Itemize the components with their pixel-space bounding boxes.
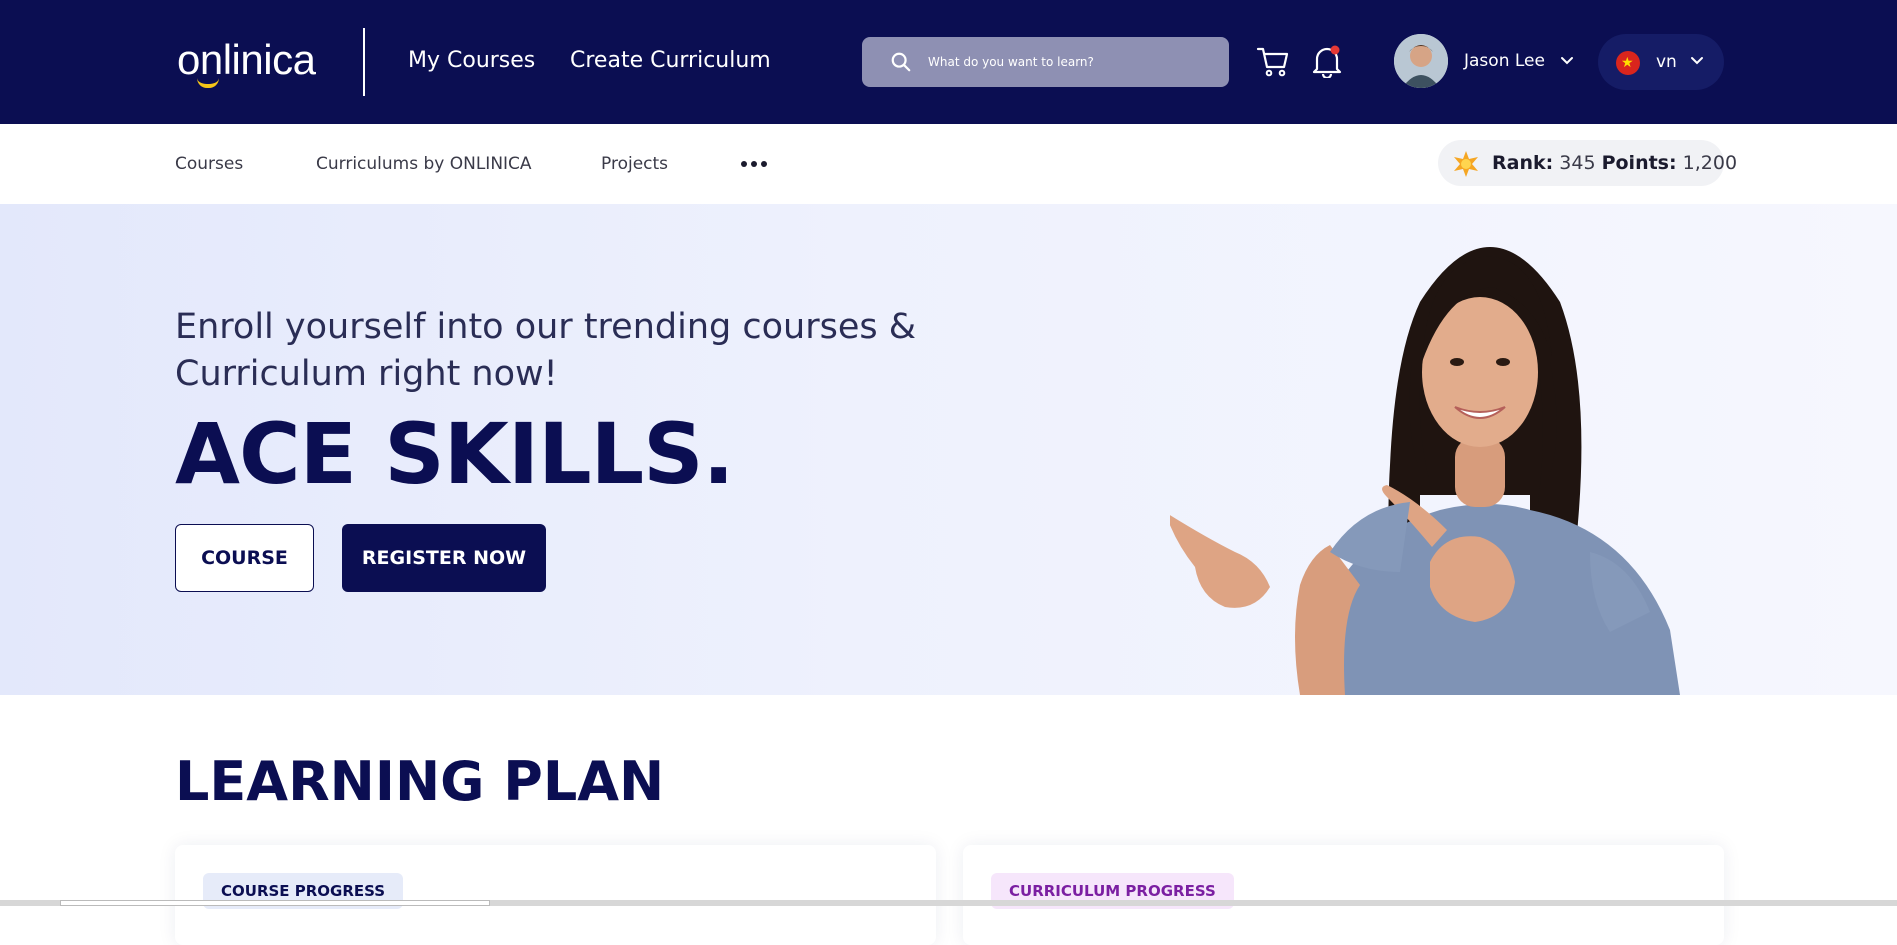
user-name[interactable]: Jason Lee — [1464, 48, 1545, 74]
curriculum-progress-card: CURRICULUM PROGRESS — [963, 845, 1724, 945]
vietnam-flag-icon: ★ — [1616, 51, 1640, 75]
hero-subtitle: Enroll yourself into our trending course… — [175, 307, 916, 394]
register-now-button[interactable]: REGISTER NOW — [342, 524, 546, 592]
cart-icon[interactable] — [1256, 44, 1290, 78]
subnav-projects[interactable]: Projects — [601, 151, 668, 177]
nav-divider — [363, 28, 365, 96]
hero-title: ACE SKILLS. — [175, 405, 735, 503]
language-selector[interactable]: ★ vn — [1598, 34, 1724, 90]
nav-my-courses[interactable]: My Courses — [408, 44, 535, 78]
logo-text: onlinica — [177, 36, 316, 83]
top-navbar: onlinica My Courses Create Curriculum Ja… — [0, 0, 1897, 124]
horizontal-scrollbar[interactable] — [0, 900, 1897, 906]
avatar[interactable] — [1394, 34, 1448, 88]
star-badge-icon — [1454, 151, 1478, 177]
points-label: Points: — [1601, 152, 1677, 174]
rank-label: Rank: — [1492, 152, 1554, 174]
points-value: 1,200 — [1682, 152, 1738, 174]
search-bar[interactable] — [862, 37, 1229, 87]
chevron-down-icon[interactable] — [1560, 54, 1574, 68]
more-icon[interactable] — [741, 154, 769, 174]
search-input[interactable] — [928, 37, 1218, 87]
course-button[interactable]: COURSE — [175, 524, 314, 592]
rank-value: 345 — [1559, 152, 1596, 174]
hero-banner: Enroll yourself into our trending course… — [0, 204, 1897, 695]
learning-plan-title: LEARNING PLAN — [175, 750, 665, 813]
nav-create-curriculum[interactable]: Create Curriculum — [570, 44, 771, 78]
logo-smile — [197, 78, 219, 88]
subnav-courses[interactable]: Courses — [175, 151, 243, 177]
avatar-image — [1394, 34, 1448, 88]
search-icon[interactable] — [890, 51, 912, 73]
bell-icon[interactable] — [1311, 44, 1343, 78]
course-progress-card: COURSE PROGRESS — [175, 845, 936, 945]
chevron-down-icon — [1691, 57, 1703, 65]
language-code: vn — [1656, 52, 1677, 72]
scrollbar-thumb[interactable] — [60, 900, 490, 906]
logo[interactable]: onlinica — [177, 34, 316, 88]
rank-points-badge: Rank: 345 Points: 1,200 — [1438, 140, 1737, 186]
secondary-nav: Courses Curriculums by ONLINICA Projects… — [0, 124, 1897, 204]
hero-person-image — [1170, 247, 1680, 695]
subnav-curriculums[interactable]: Curriculums by ONLINICA — [316, 151, 532, 177]
